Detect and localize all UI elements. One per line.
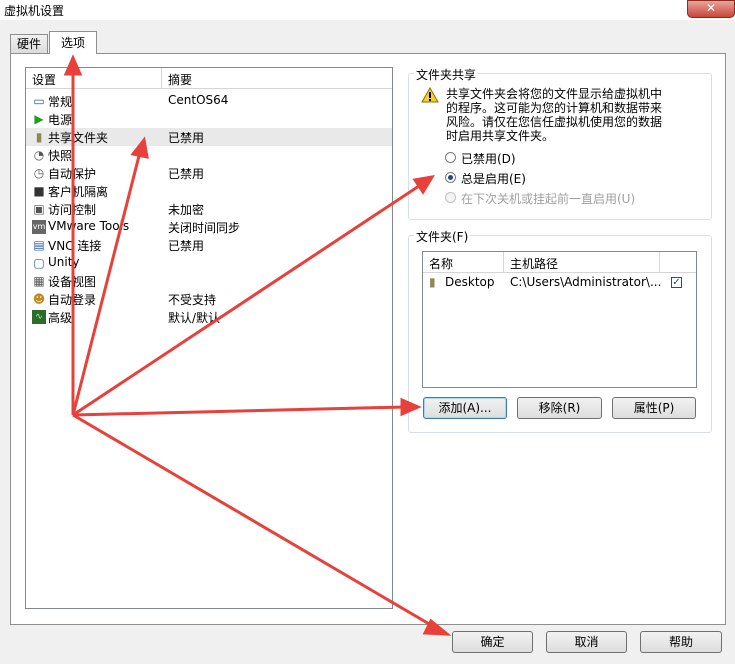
settings-row-vnc[interactable]: ▤ VNC 连接 已禁用 <box>26 236 392 254</box>
radio-always-enabled[interactable] <box>445 172 456 183</box>
row-summary: 不受支持 <box>168 293 217 307</box>
row-summary: 已禁用 <box>168 167 205 181</box>
column-divider <box>659 252 660 272</box>
advanced-icon: ∿ <box>32 310 46 324</box>
settings-row-autoprotect[interactable]: ◷ 自动保护 已禁用 <box>26 164 392 182</box>
column-header-summary[interactable]: 摘要 <box>168 71 192 88</box>
warning-line: 共享文件夹会将您的文件显示给虚拟机中 <box>446 87 663 101</box>
snapshot-icon: ◔ <box>33 148 45 162</box>
settings-list-header: 设置 摘要 <box>26 68 392 89</box>
folders-title: 文件夹(F) <box>414 228 471 245</box>
row-summary: 已禁用 <box>168 131 205 145</box>
vnc-icon: ▤ <box>33 238 45 252</box>
row-name: 快照 <box>48 149 73 163</box>
settings-row-unity[interactable]: ▢ Unity <box>26 254 392 272</box>
power-icon: ▶ <box>34 112 44 126</box>
autologin-icon: ☻ <box>32 292 46 306</box>
window-title: 虚拟机设置 <box>4 4 65 18</box>
autoprotect-icon: ◷ <box>33 166 45 180</box>
sharing-warning-text: 共享文件夹会将您的文件显示给虚拟机中 的程序。这可能为您的计算机和数据带来 风险… <box>446 87 662 143</box>
unity-icon: ▢ <box>33 256 45 270</box>
folder-enabled-checkbox[interactable]: ✓ <box>671 277 682 288</box>
add-folder-button[interactable]: 添加(A)... <box>423 397 507 419</box>
settings-row-advanced[interactable]: ∿ 高级 默认/默认 <box>26 308 392 326</box>
vmware-tools-icon: vm <box>32 220 46 234</box>
column-header-setting[interactable]: 设置 <box>32 71 56 88</box>
folder-list[interactable]: 名称 主机路径 ▮ Desktop C:\Users\Administrator… <box>422 251 697 388</box>
settings-row-snapshots[interactable]: ◔ 快照 <box>26 146 392 164</box>
folder-name: Desktop <box>445 275 495 289</box>
row-summary: 关闭时间同步 <box>168 221 241 235</box>
folder-sharing-title: 文件夹共享 <box>414 66 479 83</box>
settings-row-vmware-tools[interactable]: vm VMware Tools 关闭时间同步 <box>26 218 392 236</box>
tab-options[interactable]: 选项 <box>49 31 97 54</box>
radio-until-shutdown <box>445 192 456 203</box>
settings-list[interactable]: 设置 摘要 ▭ 常规 CentOS64 ▶ 电源 ▮ 共享文件夹 已禁用 ◔ 快… <box>25 67 393 609</box>
row-name: 共享文件夹 <box>48 131 109 145</box>
row-summary: 已禁用 <box>168 239 205 253</box>
row-name: 自动登录 <box>48 293 97 307</box>
ok-button[interactable]: 确定 <box>452 631 533 653</box>
radio-until-shutdown-label: 在下次关机或挂起前一直启用(U) <box>461 192 636 206</box>
folder-icon: ▮ <box>429 275 436 289</box>
device-view-icon: ▦ <box>33 274 45 288</box>
row-name: Unity <box>48 255 80 269</box>
monitor-icon: ▭ <box>33 94 45 108</box>
row-name: VNC 连接 <box>48 239 102 253</box>
settings-row-shared-folders[interactable]: ▮ 共享文件夹 已禁用 <box>26 128 392 146</box>
column-header-name[interactable]: 名称 <box>429 255 453 272</box>
close-button[interactable]: ✕ <box>687 0 735 18</box>
settings-row-device-view[interactable]: ▦ 设备视图 <box>26 272 392 290</box>
settings-row-access-control[interactable]: ▣ 访问控制 未加密 <box>26 200 392 218</box>
folder-properties-button[interactable]: 属性(P) <box>612 397 696 419</box>
row-name: 高级 <box>48 311 73 325</box>
row-summary: CentOS64 <box>168 93 229 107</box>
warning-line: 时启用共享文件夹。 <box>446 129 555 143</box>
row-name: 自动保护 <box>48 167 97 181</box>
guest-isolation-icon: ■ <box>33 184 45 198</box>
settings-row-general[interactable]: ▭ 常规 CentOS64 <box>26 92 392 110</box>
column-divider <box>503 252 504 272</box>
radio-always-enabled-label[interactable]: 总是启用(E) <box>461 170 526 187</box>
cancel-button[interactable]: 取消 <box>546 631 627 653</box>
shared-folder-icon: ▮ <box>35 130 43 144</box>
help-button[interactable]: 帮助 <box>640 631 722 653</box>
row-name: 访问控制 <box>48 203 97 217</box>
folder-host-path: C:\Users\Administrator\... <box>510 275 662 289</box>
row-name: 常规 <box>48 95 73 109</box>
column-divider <box>161 68 162 88</box>
warning-line: 的程序。这可能为您的计算机和数据带来 <box>446 101 663 115</box>
access-control-icon: ▣ <box>33 202 45 216</box>
row-name: 电源 <box>48 113 73 127</box>
warning-line: 风险。请仅在您信任虚拟机使用您的数据 <box>446 115 663 129</box>
row-name: 客户机隔离 <box>48 185 109 199</box>
warning-icon <box>421 87 439 103</box>
row-name: 设备视图 <box>48 275 97 289</box>
radio-disabled-label[interactable]: 已禁用(D) <box>461 150 516 167</box>
row-summary: 默认/默认 <box>168 311 221 325</box>
remove-folder-button[interactable]: 移除(R) <box>517 397 602 419</box>
radio-disabled[interactable] <box>445 152 456 163</box>
folder-list-header: 名称 主机路径 <box>423 252 696 273</box>
row-name: VMware Tools <box>48 219 130 233</box>
row-summary: 未加密 <box>168 203 205 217</box>
settings-row-power[interactable]: ▶ 电源 <box>26 110 392 128</box>
settings-row-guest-isolation[interactable]: ■ 客户机隔离 <box>26 182 392 200</box>
folder-row[interactable]: ▮ Desktop C:\Users\Administrator\... ✓ <box>423 274 696 292</box>
title-bar: 虚拟机设置 <box>0 0 735 20</box>
column-header-host-path[interactable]: 主机路径 <box>510 255 558 272</box>
tab-hardware[interactable]: 硬件 <box>10 34 48 53</box>
settings-row-autologin[interactable]: ☻ 自动登录 不受支持 <box>26 290 392 308</box>
